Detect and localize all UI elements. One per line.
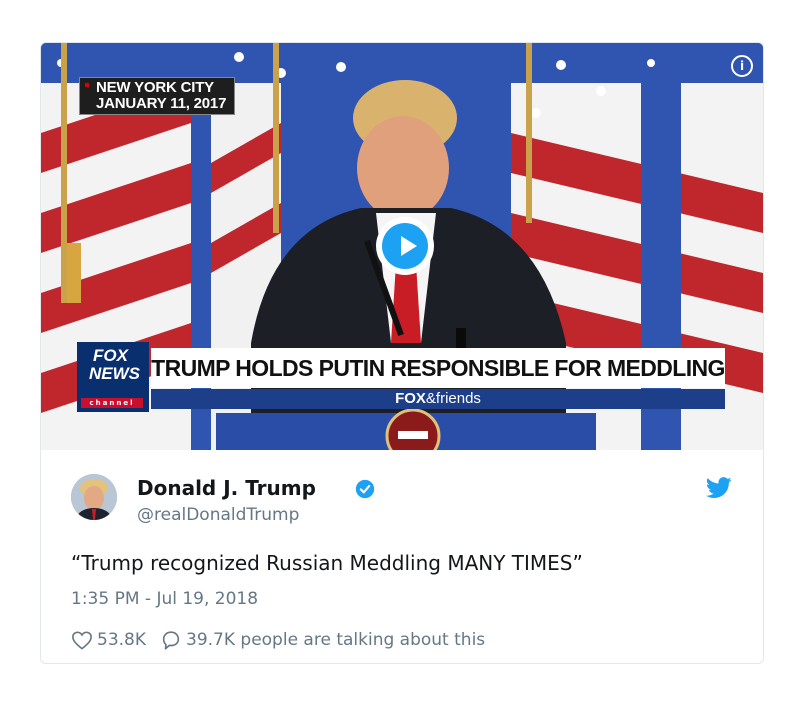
tweet-timestamp[interactable]: 1:35 PM - Jul 19, 2018: [71, 589, 258, 609]
video-player[interactable]: i NEW YORK CITY JANUARY 11, 2017 FOX NEW…: [41, 43, 763, 450]
logo-line-2: NEWS: [89, 364, 140, 383]
live-dot: [85, 83, 89, 87]
reply-bubble-icon[interactable]: [160, 629, 182, 651]
show-suffix: &friends: [425, 390, 481, 407]
tweet-card[interactable]: i NEW YORK CITY JANUARY 11, 2017 FOX NEW…: [40, 42, 764, 664]
display-name[interactable]: Donald J. Trump: [137, 476, 316, 500]
dateline-box: NEW YORK CITY JANUARY 11, 2017: [79, 77, 236, 115]
show-brand: FOX: [395, 390, 426, 407]
logo-line-1: FOX: [93, 346, 128, 365]
dateline-city: NEW YORK CITY: [96, 79, 214, 96]
avatar[interactable]: [71, 474, 117, 520]
play-icon: [382, 223, 428, 269]
tweet-text: “Trump recognized Russian Meddling MANY …: [71, 551, 583, 575]
show-bar: FOX&friends: [151, 389, 725, 409]
tweet-body: Donald J. Trump @realDonaldTrump “Trump …: [41, 450, 763, 663]
verified-badge-icon: [355, 479, 375, 499]
dateline-date: JANUARY 11, 2017: [96, 95, 227, 112]
tweet-actions: 53.8K 39.7K people are talking about thi…: [71, 629, 485, 651]
conversation-summary[interactable]: 39.7K people are talking about this: [186, 630, 485, 650]
avatar-image: [71, 474, 117, 520]
lower-third: FOX NEWS channel TRUMP HOLDS PUTIN RESPO…: [77, 342, 725, 412]
user-handle[interactable]: @realDonaldTrump: [137, 505, 299, 525]
logo-channel: channel: [81, 398, 143, 408]
like-count[interactable]: 53.8K: [97, 630, 146, 650]
fox-news-logo: FOX NEWS channel: [77, 342, 149, 412]
twitter-bird-icon[interactable]: [706, 477, 732, 499]
video-headline: TRUMP HOLDS PUTIN RESPONSIBLE FOR MEDDLI…: [151, 348, 725, 388]
info-icon[interactable]: i: [731, 55, 753, 77]
play-button[interactable]: [376, 217, 434, 275]
heart-icon[interactable]: [71, 630, 93, 650]
